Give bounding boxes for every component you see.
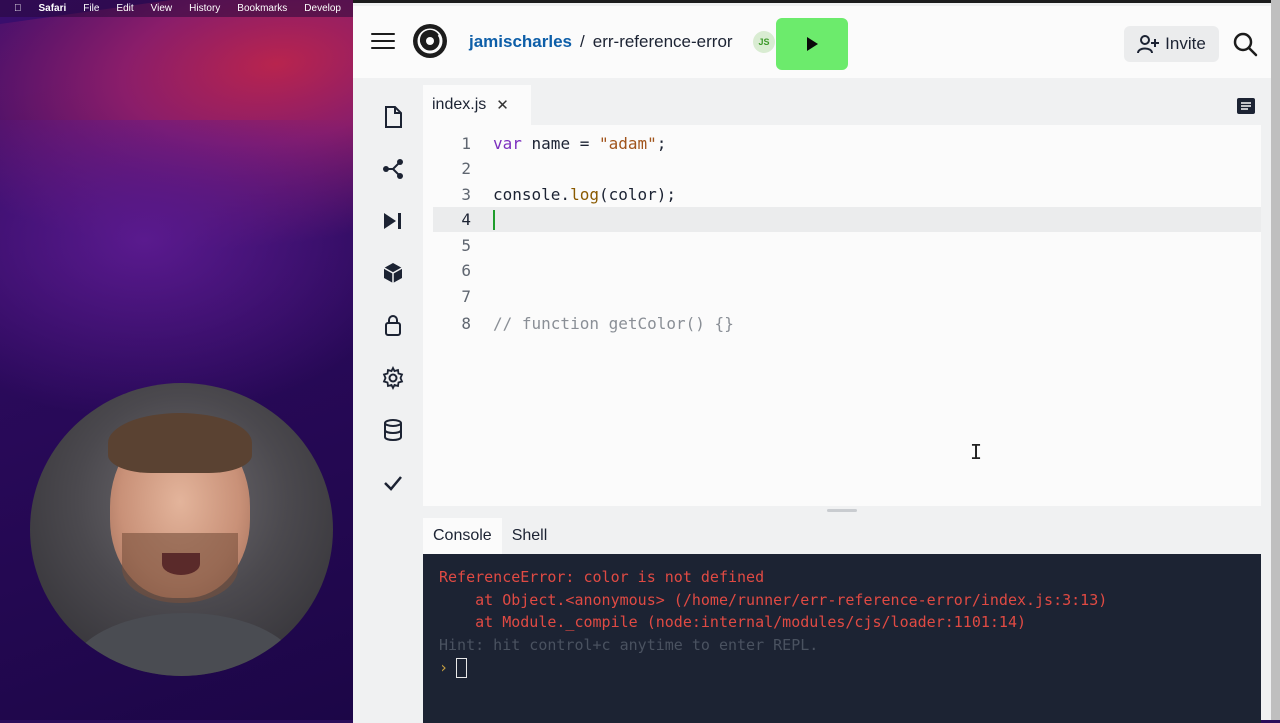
code-text: console.log(color); [493, 185, 677, 204]
code-text: var name = "adam"; [493, 134, 667, 153]
input-caret [456, 658, 468, 678]
left-sidebar [353, 78, 423, 723]
breadcrumb-user[interactable]: jamischarles [469, 32, 572, 52]
menubar-app-name[interactable]: Safari [39, 3, 67, 14]
stack-trace-line: at Module._compile (node:internal/module… [439, 613, 1026, 631]
console-output[interactable]: ReferenceError: color is not defined at … [423, 554, 1261, 723]
stack-trace-line: at Object.<anonymous> (/home/runner/err-… [439, 590, 1108, 609]
breadcrumb-separator: / [580, 32, 585, 51]
apple-icon[interactable]:  [14, 3, 22, 14]
top-bar: jamischarles / err-reference-error JS In… [353, 6, 1271, 78]
secrets-lock-icon[interactable] [381, 313, 405, 337]
version-control-icon[interactable] [381, 157, 405, 181]
menu-icon[interactable] [371, 33, 395, 51]
text-cursor [493, 209, 495, 230]
line-number: 8 [461, 314, 471, 333]
code-line[interactable]: 7 [433, 284, 1261, 309]
database-icon[interactable] [381, 418, 405, 442]
repl-hint: Hint: hit control+c anytime to enter REP… [439, 635, 819, 654]
repl-name[interactable]: err-reference-error [593, 32, 733, 52]
code-line[interactable]: 3 console.log(color); [433, 182, 1261, 207]
checkmark-icon[interactable] [381, 471, 405, 495]
settings-gear-icon[interactable] [381, 366, 405, 390]
line-number: 7 [461, 287, 471, 306]
console-tab-bar: Console Shell [423, 518, 1261, 554]
nodejs-icon: JS [753, 31, 775, 53]
line-number: 2 [461, 159, 471, 178]
macos-desktop:  Safari File Edit View History Bookmark… [0, 0, 353, 720]
mac-menubar:  Safari File Edit View History Bookmark… [0, 0, 353, 17]
invite-label: Invite [1165, 34, 1206, 53]
ibeam-cursor-icon: I [970, 440, 983, 464]
line-number: 5 [461, 236, 471, 255]
presenter-shirt [70, 613, 300, 676]
code-line[interactable]: 6 [433, 258, 1261, 283]
tab-label: index.js [432, 96, 487, 113]
replit-logo-icon[interactable] [411, 22, 449, 60]
menubar-item-view[interactable]: View [151, 3, 173, 14]
presenter-mouth [162, 553, 200, 575]
play-icon [807, 37, 818, 51]
tab-index-js[interactable]: index.js ✕ [423, 85, 531, 125]
files-icon[interactable] [381, 105, 405, 129]
code-line[interactable]: 2 [433, 156, 1261, 181]
breadcrumb: jamischarles / err-reference-error [469, 32, 733, 52]
tab-shell[interactable]: Shell [502, 518, 558, 554]
add-user-icon [1137, 35, 1160, 54]
code-editor[interactable]: 1 var name = "adam"; 2 3 console.log(col… [423, 125, 1261, 506]
window-edge [1271, 0, 1280, 720]
code-comment: // function getColor() {} [493, 314, 734, 333]
debugger-icon[interactable] [381, 209, 405, 233]
presenter-hair [108, 413, 252, 473]
editor-panel: index.js ✕ 1 var name = "adam"; 2 3 cons… [423, 78, 1261, 506]
search-icon[interactable] [1232, 31, 1258, 57]
line-number: 4 [461, 210, 471, 229]
packages-icon[interactable] [381, 261, 405, 285]
code-line[interactable]: 8 // function getColor() {} [433, 311, 1261, 336]
tab-console[interactable]: Console [423, 518, 502, 554]
error-message: ReferenceError: color is not defined [439, 568, 765, 586]
close-icon[interactable]: ✕ [496, 96, 509, 114]
presenter-webcam [30, 383, 333, 676]
menubar-item-edit[interactable]: Edit [116, 3, 133, 14]
editor-tab-bar: index.js ✕ [423, 78, 1261, 125]
prompt-chevron-icon: › [439, 658, 449, 677]
invite-button[interactable]: Invite [1124, 26, 1219, 62]
line-number: 3 [461, 185, 471, 204]
panel-resize-handle[interactable] [827, 509, 857, 512]
console-panel: Console Shell ReferenceError: color is n… [423, 518, 1261, 723]
code-line[interactable]: 1 var name = "adam"; [433, 131, 1261, 156]
menubar-item-history[interactable]: History [189, 3, 220, 14]
code-line[interactable]: 5 [433, 233, 1261, 258]
replit-window: jamischarles / err-reference-error JS In… [353, 0, 1271, 723]
wallpaper-wave [0, 120, 353, 420]
line-number: 1 [461, 134, 471, 153]
console-prompt-line[interactable]: › [439, 658, 1245, 681]
code-line-active[interactable]: 4 [433, 207, 1261, 232]
run-button[interactable] [776, 18, 848, 70]
menubar-item-file[interactable]: File [83, 3, 99, 14]
menubar-item-develop[interactable]: Develop [304, 3, 341, 14]
menubar-item-bookmarks[interactable]: Bookmarks [237, 3, 287, 14]
line-number: 6 [461, 261, 471, 280]
editor-menu-icon[interactable] [1237, 98, 1255, 114]
